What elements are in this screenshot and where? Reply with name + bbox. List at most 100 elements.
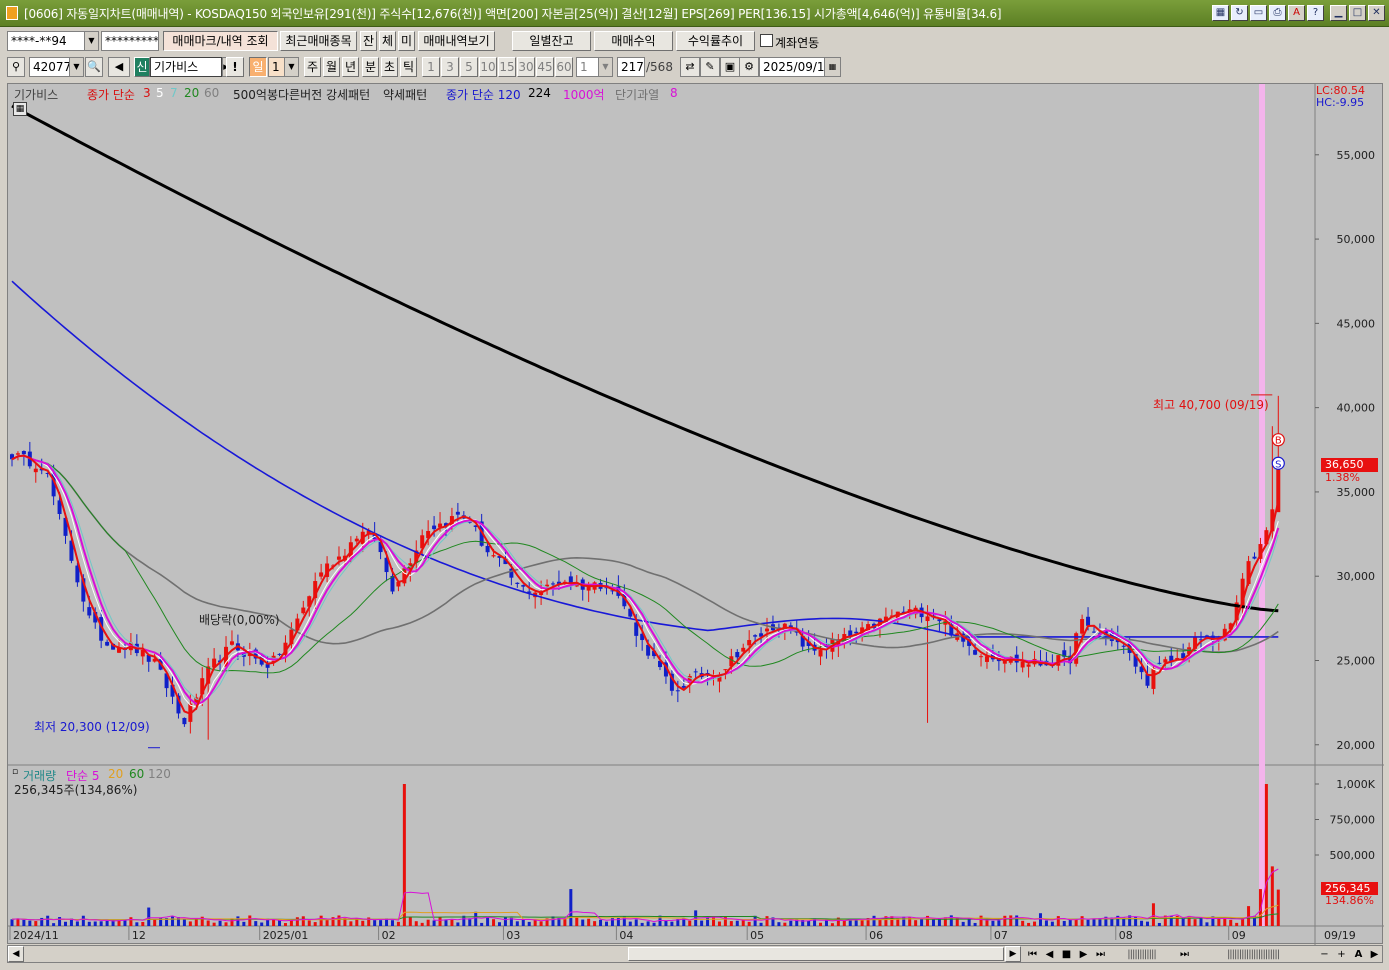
stop-icon[interactable]: ■	[1058, 947, 1075, 962]
volume-bar	[260, 922, 264, 926]
interval-select[interactable]: 1 ▼	[576, 57, 613, 77]
volume-bar	[830, 923, 834, 926]
print-icon[interactable]: ⎙	[1269, 5, 1286, 21]
close-icon[interactable]: ✕	[1368, 5, 1385, 21]
period-year-button[interactable]: 년	[342, 57, 359, 77]
interval-60-button[interactable]: 60	[555, 57, 573, 77]
legend-stock-name[interactable]: 기가비스	[14, 86, 58, 103]
chart-svg[interactable]: 20,000 25,000 30,000 35,000 40,000 45,000 50,0…	[8, 84, 1384, 945]
account-link-checkbox[interactable]	[760, 34, 773, 47]
range-slider[interactable]: ||||||||||||||||||||||	[1193, 947, 1313, 962]
return-trend-button[interactable]: 수익률추이	[676, 31, 755, 51]
chevron-down-icon[interactable]: ▼	[84, 32, 98, 50]
font-icon[interactable]: A	[1288, 5, 1305, 21]
minimize-icon[interactable]: ▁	[1330, 5, 1347, 21]
window-icon[interactable]: ▭	[1250, 5, 1267, 21]
settings-icon[interactable]: ⚙	[739, 57, 759, 77]
next-icon[interactable]: ▶	[1075, 947, 1092, 962]
trade-profit-button[interactable]: 매매수익	[594, 31, 673, 51]
period-day-button[interactable]: 일	[249, 57, 267, 77]
time-label: 07	[994, 929, 1008, 942]
legend-ma7[interactable]: 7	[170, 86, 178, 100]
period-second-button[interactable]: 초	[381, 57, 398, 77]
horizontal-scrollbar[interactable]: ◀ ▶ ⏮ ◀ ■ ▶ ⏭ |||||||||||| ⏭ |||||||||||…	[7, 945, 1383, 963]
first-icon[interactable]: ⏮	[1024, 947, 1041, 962]
zoom-slider[interactable]: ||||||||||||	[1109, 947, 1174, 962]
legend-ma20[interactable]: 20	[184, 86, 199, 100]
scroll-right-icon[interactable]: ▶	[1005, 946, 1021, 962]
volume-bar	[521, 919, 525, 926]
candle-body	[455, 511, 460, 515]
execution-button[interactable]: 체	[379, 31, 396, 51]
period-minute-button[interactable]: 분	[362, 57, 379, 77]
last-icon[interactable]: ⏭	[1092, 947, 1109, 962]
chevron-down-icon[interactable]: ▼	[69, 58, 83, 76]
volume-bar	[1276, 889, 1280, 926]
zoom-out-icon[interactable]: −	[1316, 947, 1333, 962]
period-tick-button[interactable]: 틱	[400, 57, 417, 77]
help-icon[interactable]: ?	[1307, 5, 1324, 21]
interval-10-button[interactable]: 10	[479, 57, 497, 77]
link-icon[interactable]: ✎	[700, 57, 720, 77]
legend-short[interactable]: 단기과열	[615, 86, 659, 103]
grid-icon[interactable]: ▦	[1212, 5, 1229, 21]
refresh-icon[interactable]: ↻	[1231, 5, 1248, 21]
table-icon[interactable]: ▦	[13, 102, 27, 116]
legend-ma5[interactable]: 5	[156, 86, 164, 100]
save-icon[interactable]: ▣	[720, 57, 740, 77]
scroll-left-icon[interactable]: ◀	[8, 946, 24, 962]
legend-pattern[interactable]: 500억봉다른버전 강세패턴	[233, 86, 370, 103]
count-input[interactable]: 217	[617, 57, 645, 77]
period-week-button[interactable]: 주	[304, 57, 321, 77]
volume-legend-ma120[interactable]: 120	[148, 767, 171, 781]
legend-ma60[interactable]: 60	[204, 86, 219, 100]
maximize-icon[interactable]: □	[1349, 5, 1366, 21]
password-field[interactable]: *********	[101, 31, 159, 51]
speaker-icon[interactable]: ◀	[108, 57, 130, 77]
calendar-icon[interactable]: ▦	[824, 58, 840, 76]
interval-15-button[interactable]: 15	[498, 57, 516, 77]
legend-ma120[interactable]: 종가 단순 120	[446, 86, 521, 103]
volume-bar	[456, 922, 460, 926]
zoom-step-icon[interactable]: ⏭	[1176, 947, 1193, 962]
trade-history-button[interactable]: 매매내역보기	[418, 31, 495, 51]
legend-amount[interactable]: 1000억	[563, 86, 605, 103]
interval-3-button[interactable]: 3	[441, 57, 459, 77]
period-value-select[interactable]: 1 ▼	[268, 57, 299, 77]
pending-button[interactable]: 미	[398, 31, 415, 51]
chart-pane[interactable]: 20,000 25,000 30,000 35,000 40,000 45,000 50,0…	[7, 83, 1384, 945]
search-icon[interactable]: 🔍	[85, 57, 103, 77]
auto-icon[interactable]: A	[1350, 947, 1367, 962]
option-icon[interactable]: ▶	[1366, 947, 1383, 962]
alert-button[interactable]: !	[226, 57, 244, 77]
date-input[interactable]: 2025/09/19 ▦	[759, 57, 841, 77]
legend-short-val[interactable]: 8	[670, 86, 678, 100]
zoom-in-icon[interactable]: +	[1333, 947, 1350, 962]
interval-45-button[interactable]: 45	[536, 57, 554, 77]
balance-button[interactable]: 잔	[360, 31, 377, 51]
legend-ma224[interactable]: 224	[528, 86, 551, 100]
time-label: 03	[506, 929, 520, 942]
interval-30-button[interactable]: 30	[517, 57, 535, 77]
legend-weak[interactable]: 약세패턴	[383, 86, 427, 103]
volume-bar	[337, 915, 341, 926]
volume-legend-ma60[interactable]: 60	[129, 767, 144, 781]
daily-balance-button[interactable]: 일별잔고	[512, 31, 591, 51]
legend-ma-title[interactable]: 종가 단순	[87, 86, 135, 103]
chevron-down-icon[interactable]: ▼	[598, 58, 612, 76]
period-month-button[interactable]: 월	[323, 57, 340, 77]
account-select[interactable]: ****-**94 ▼	[7, 31, 99, 51]
volume-legend-ma20[interactable]: 20	[108, 767, 123, 781]
code-input[interactable]: 420770 ▼	[29, 57, 84, 77]
mark-query-button[interactable]: 매매마크/내역 조회	[163, 31, 278, 51]
prev-icon[interactable]: ◀	[1041, 947, 1058, 962]
chevron-down-icon[interactable]: ▼	[284, 58, 298, 76]
stock-name-field[interactable]: 기가비스	[150, 57, 222, 77]
legend-ma3[interactable]: 3	[143, 86, 151, 100]
pin-icon[interactable]: ⚲	[7, 57, 25, 77]
interval-1-button[interactable]: 1	[422, 57, 440, 77]
transfer-icon[interactable]: ⇄	[680, 57, 700, 77]
scroll-thumb[interactable]	[628, 947, 1004, 961]
interval-5-button[interactable]: 5	[460, 57, 478, 77]
recent-trade-button[interactable]: 최근매매종목	[280, 31, 357, 51]
